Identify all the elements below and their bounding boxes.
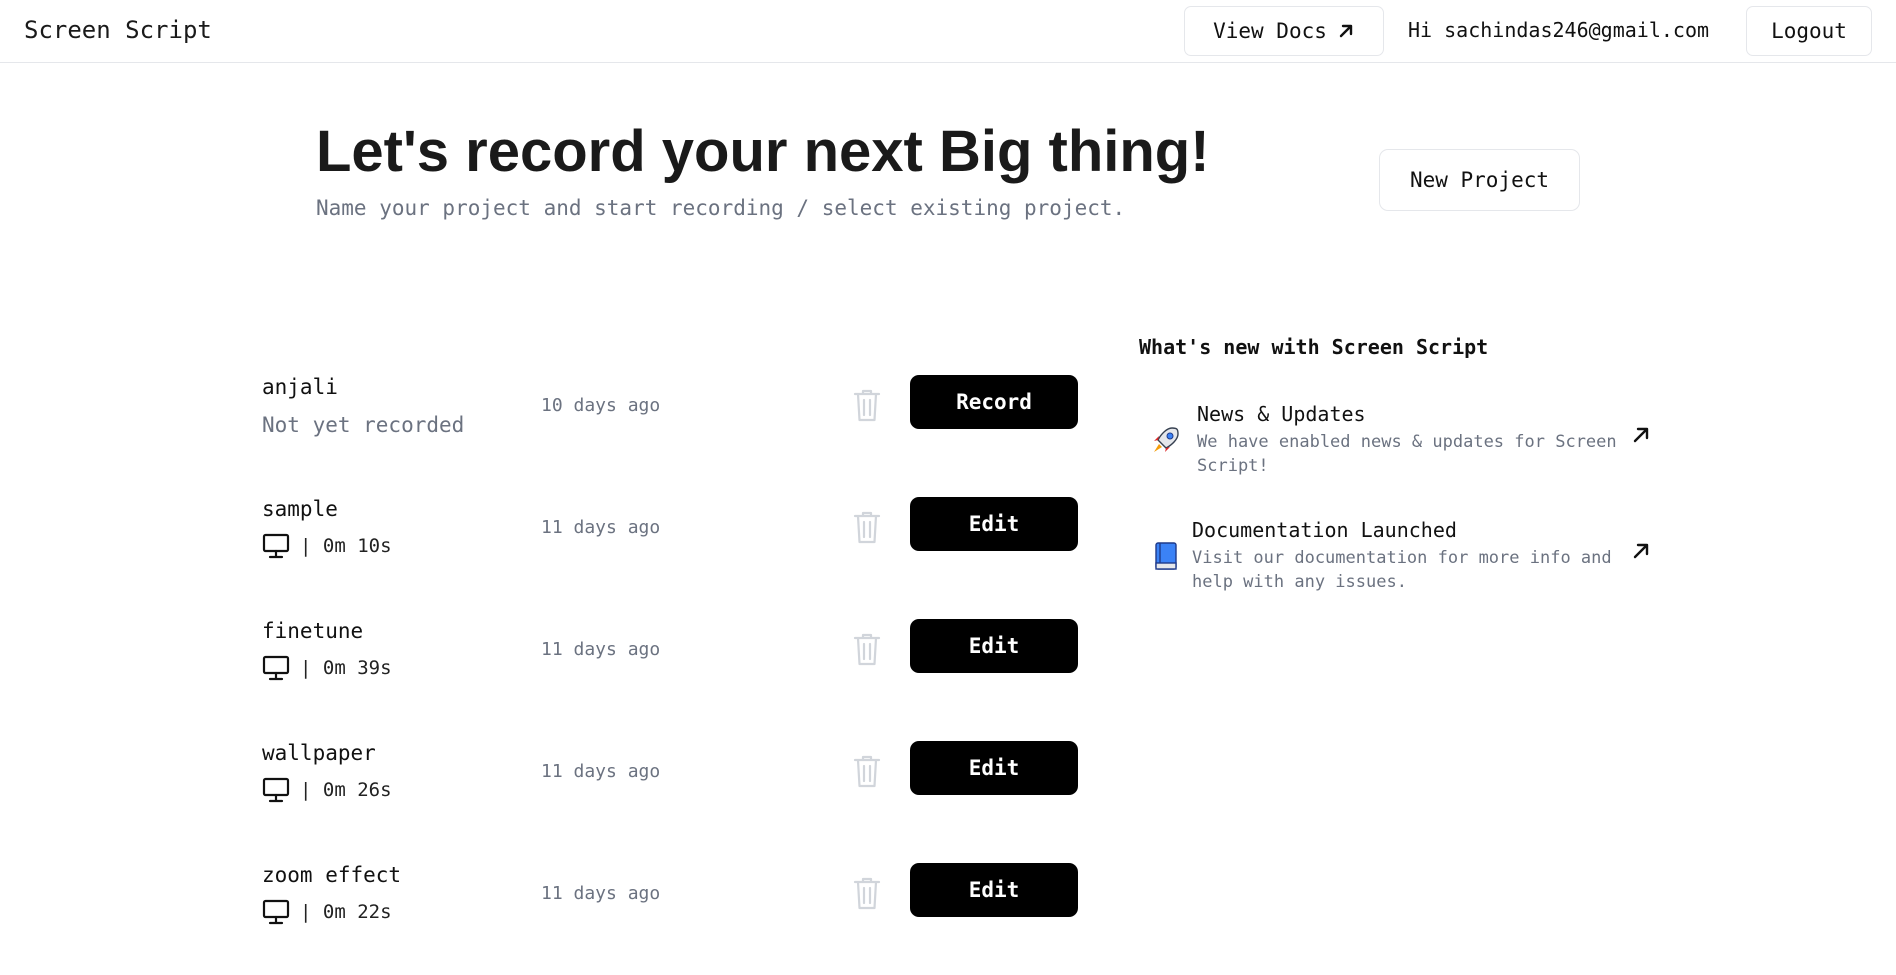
project-name[interactable]: sample bbox=[262, 497, 338, 521]
project-row: finetune | 0m 39s 11 days ago Edit bbox=[262, 619, 1082, 741]
news-heading: News & Updates bbox=[1197, 402, 1366, 426]
project-row: wallpaper | 0m 26s 11 days ago Edit bbox=[262, 741, 1082, 863]
page-title: Let's record your next Big thing! bbox=[316, 119, 1210, 184]
project-row: sample | 0m 10s 11 days ago Edit bbox=[262, 497, 1082, 619]
project-date: 11 days ago bbox=[541, 517, 661, 538]
brand-logo[interactable]: Screen Script bbox=[24, 16, 212, 44]
news-heading: Documentation Launched bbox=[1192, 518, 1457, 542]
view-docs-label: View Docs bbox=[1213, 19, 1327, 43]
project-name[interactable]: anjali bbox=[262, 375, 338, 399]
record-button[interactable]: Record bbox=[910, 375, 1078, 429]
news-section-title: What's new with Screen Script bbox=[1139, 335, 1489, 359]
project-name[interactable]: wallpaper bbox=[262, 741, 376, 765]
project-row: anjali Not yet recorded 10 days ago Reco… bbox=[262, 375, 1082, 497]
news-item[interactable]: Documentation Launched Visit our documen… bbox=[1150, 518, 1660, 598]
arrow-up-right-icon bbox=[1339, 24, 1353, 38]
project-name[interactable]: zoom effect bbox=[262, 863, 401, 887]
project-duration: | 0m 10s bbox=[300, 535, 392, 557]
monitor-icon bbox=[262, 777, 290, 803]
trash-icon[interactable] bbox=[852, 631, 882, 667]
trash-icon[interactable] bbox=[852, 387, 882, 423]
monitor-icon bbox=[262, 533, 290, 559]
trash-icon[interactable] bbox=[852, 875, 882, 911]
arrow-up-right-icon bbox=[1633, 427, 1649, 443]
book-icon bbox=[1155, 542, 1177, 570]
new-project-button[interactable]: New Project bbox=[1379, 149, 1580, 211]
project-name[interactable]: finetune bbox=[262, 619, 363, 643]
edit-button[interactable]: Edit bbox=[910, 741, 1078, 795]
monitor-icon bbox=[262, 655, 290, 681]
news-body: Visit our documentation for more info an… bbox=[1192, 548, 1612, 592]
trash-icon[interactable] bbox=[852, 509, 882, 545]
project-duration: | 0m 26s bbox=[300, 779, 392, 801]
view-docs-button[interactable]: View Docs bbox=[1184, 6, 1384, 56]
project-meta: | 0m 22s bbox=[262, 899, 392, 925]
trash-icon[interactable] bbox=[852, 753, 882, 789]
project-row: zoom effect | 0m 22s 11 days ago Edit bbox=[262, 863, 1082, 975]
user-greeting: Hi sachindas246@gmail.com bbox=[1408, 18, 1710, 42]
project-duration: | 0m 39s bbox=[300, 657, 392, 679]
project-meta: | 0m 26s bbox=[262, 777, 392, 803]
news-body: We have enabled news & updates for Scree… bbox=[1197, 432, 1617, 476]
project-date: 11 days ago bbox=[541, 761, 661, 782]
edit-button[interactable]: Edit bbox=[910, 619, 1078, 673]
project-meta: | 0m 10s bbox=[262, 533, 392, 559]
rocket-icon bbox=[1154, 427, 1179, 452]
page-subtitle: Name your project and start recording / … bbox=[316, 196, 1126, 220]
logout-button[interactable]: Logout bbox=[1746, 6, 1872, 56]
news-item[interactable]: News & Updates We have enabled news & up… bbox=[1150, 402, 1660, 482]
edit-button[interactable]: Edit bbox=[910, 863, 1078, 917]
project-date: 11 days ago bbox=[541, 883, 661, 904]
project-date: 11 days ago bbox=[541, 639, 661, 660]
project-status: Not yet recorded bbox=[262, 413, 465, 437]
edit-button[interactable]: Edit bbox=[910, 497, 1078, 551]
project-date: 10 days ago bbox=[541, 395, 661, 416]
top-bar: Screen Script View Docs Hi sachindas246@… bbox=[0, 0, 1896, 63]
arrow-up-right-icon bbox=[1633, 543, 1649, 559]
project-meta: | 0m 39s bbox=[262, 655, 392, 681]
project-duration: | 0m 22s bbox=[300, 901, 392, 923]
monitor-icon bbox=[262, 899, 290, 925]
